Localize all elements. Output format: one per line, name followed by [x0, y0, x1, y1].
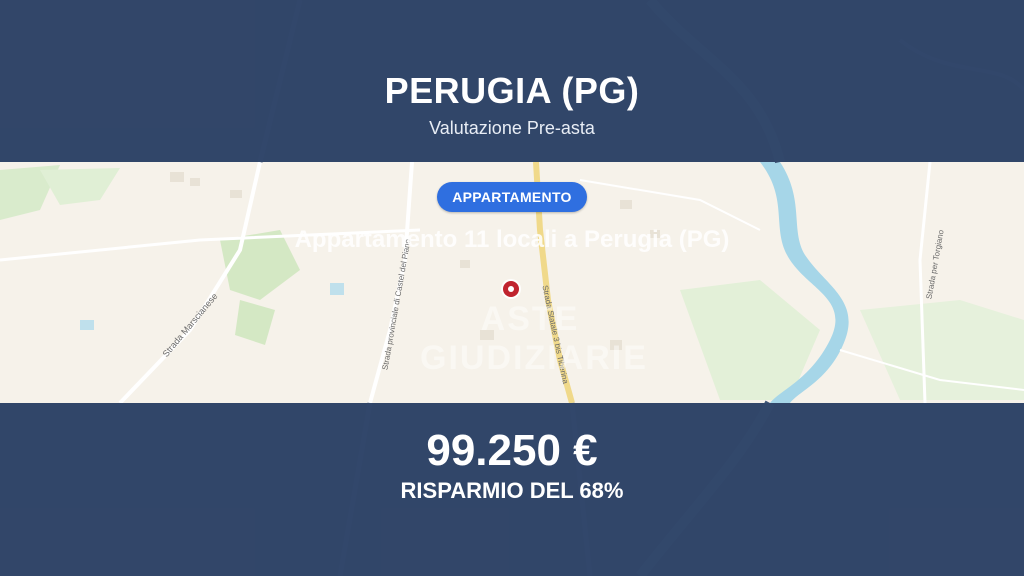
- location-title: PERUGIA (PG): [384, 70, 640, 111]
- watermark-text: ASTE GIUDIZIARIE: [420, 300, 648, 377]
- category-badge: APPARTAMENTO: [437, 182, 587, 212]
- valuation-subtitle: Valutazione Pre-asta: [429, 118, 595, 138]
- map-pin-icon[interactable]: [503, 281, 519, 297]
- savings-label: RISPARMIO DEL 68%: [400, 478, 624, 503]
- auction-price: 99.250 €: [426, 426, 598, 475]
- listing-title: Appartamento 11 locali a Perugia (PG): [294, 226, 730, 253]
